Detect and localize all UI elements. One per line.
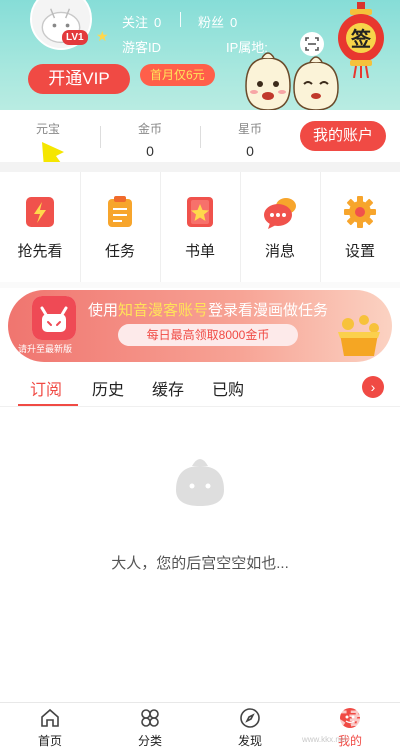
app-logo-icon <box>32 296 76 340</box>
empty-state-message: 大人，您的后宫空空如也... <box>111 555 289 572</box>
chat-bubble-icon <box>264 198 296 229</box>
nav-label: 发现 <box>237 734 262 748</box>
star-book-icon <box>187 197 213 227</box>
menu-label: 消息 <box>264 243 295 260</box>
coin-label: 金币 <box>137 122 162 136</box>
nav-home[interactable]: 首页 <box>10 707 90 749</box>
menu-label: 任务 <box>104 243 135 260</box>
divider <box>200 126 201 148</box>
lightning-book-icon <box>26 197 54 227</box>
open-vip-button[interactable]: 开通VIP <box>28 64 130 94</box>
sign-in-label: 签 <box>350 27 372 51</box>
gear-icon <box>344 196 376 228</box>
mascot-illustration <box>236 46 346 110</box>
banner-title-suffix: 登录看漫画做任务 <box>208 302 329 319</box>
tab-purchased[interactable]: 已购 <box>212 376 244 400</box>
fans-stat[interactable]: 粉丝 0 <box>198 12 237 31</box>
fans-count: 0 <box>230 15 238 30</box>
watermark-url: www.kkx.net <box>302 735 347 744</box>
tab-subscribed[interactable]: 订阅 <box>30 376 62 400</box>
empty-bun-icon <box>176 459 224 506</box>
banner-title-highlight: 知音漫客账号 <box>118 302 209 319</box>
level-badge: LV1 <box>62 30 88 45</box>
banner-title-prefix: 使用 <box>88 302 119 319</box>
fans-label: 粉丝 <box>198 15 225 30</box>
compass-icon <box>240 708 260 728</box>
clipboard-icon <box>108 196 132 227</box>
library-tabs: 订阅 历史 缓存 已购 <box>0 372 400 406</box>
watermark: KK下载 <box>282 707 376 737</box>
divider <box>0 406 400 407</box>
divider <box>100 126 101 148</box>
coin-value: 0 <box>146 143 154 159</box>
grid-icon <box>141 709 159 727</box>
yuanbao-label: 元宝 <box>35 122 60 136</box>
nav-category[interactable]: 分类 <box>110 707 190 749</box>
menu-label: 设置 <box>344 243 375 260</box>
star-coin-label: 星币 <box>237 122 262 136</box>
login-promo-banner[interactable]: 请升至最新版 使用知音漫客账号登录看漫画做任务 每日最高领取8000金币 <box>8 290 392 362</box>
home-icon <box>41 708 59 727</box>
profile-header: LV1 ★ 关注 0 粉丝 0 游客ID IP属地: 签 开通VIP 首月仅6元 <box>0 0 400 110</box>
menu-settings[interactable]: 设置 <box>320 172 400 282</box>
menu-messages[interactable]: 消息 <box>240 172 320 282</box>
menu-booklist[interactable]: 书单 <box>160 172 240 282</box>
menu-tasks[interactable]: 任务 <box>80 172 160 282</box>
coin-stat[interactable]: 金币 0 <box>110 120 190 159</box>
star-coin-value: 0 <box>246 143 254 159</box>
guest-id: 游客ID <box>122 40 162 55</box>
menu-label: 抢先看 <box>17 243 63 260</box>
divider <box>180 12 181 27</box>
feature-menu: 抢先看 任务 书单 消息 设置 <box>0 172 400 282</box>
tab-history[interactable]: 历史 <box>92 376 124 400</box>
banner-reward: 每日最高领取8000金币 <box>118 324 298 346</box>
menu-early-access[interactable]: 抢先看 <box>0 172 80 282</box>
nav-label: 首页 <box>37 734 62 748</box>
star-icon: ★ <box>96 28 109 44</box>
section-gap <box>0 282 400 288</box>
follow-stat[interactable]: 关注 0 <box>122 12 161 31</box>
follow-count: 0 <box>154 15 162 30</box>
gift-box-icon <box>338 315 380 356</box>
my-account-button[interactable]: 我的账户 <box>300 121 386 151</box>
banner-title: 使用知音漫客账号登录看漫画做任务 <box>88 299 328 320</box>
update-hint: 请升至最新版 <box>18 344 73 354</box>
menu-label: 书单 <box>184 243 215 260</box>
follow-label: 关注 <box>122 15 149 30</box>
nav-discover[interactable]: 发现 <box>210 707 290 749</box>
section-gap <box>0 162 400 172</box>
vip-promo-badge: 首月仅6元 <box>140 64 215 86</box>
star-coin-stat[interactable]: 星币 0 <box>210 120 290 159</box>
chevron-right-icon[interactable]: › <box>362 376 384 398</box>
nav-label: 分类 <box>137 734 162 748</box>
tab-cache[interactable]: 缓存 <box>152 376 184 400</box>
